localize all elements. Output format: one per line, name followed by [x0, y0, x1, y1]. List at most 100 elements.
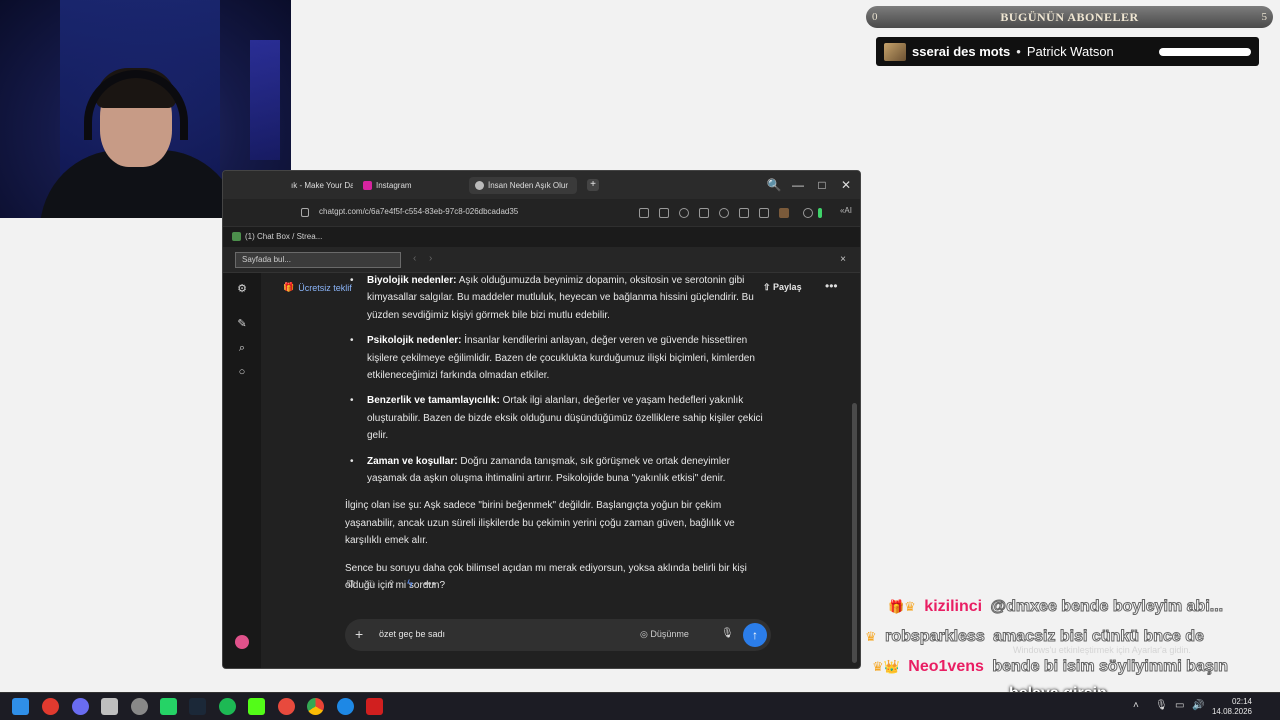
spotify-icon[interactable] [219, 698, 236, 715]
gift-icon: 🎁 [283, 282, 295, 292]
url-field[interactable]: chatgpt.com/c/6a7e4f5f-c554-83eb-97c8-02… [319, 207, 518, 216]
find-input[interactable]: Sayfada bul... [235, 252, 401, 268]
chatbox-panel: (1) Chat Box / Strea... [223, 227, 860, 247]
chat-bubble-icon[interactable]: ○ [235, 365, 249, 379]
taskbar: ˄ 🎙 ▭ 🔊 02:14 14.08.2026 [0, 692, 1280, 720]
camera-icon[interactable] [659, 208, 669, 218]
offer-label: Ücretsiz teklif [298, 282, 352, 293]
message-composer: + özet geç be sadı ◎ Düşünme 🎙 ↑ [345, 619, 771, 651]
extension-icon[interactable] [779, 208, 789, 218]
more-actions-icon[interactable]: ••• [424, 578, 436, 591]
copy-icon[interactable]: ⧉ [347, 578, 355, 591]
search-icon[interactable]: ⌕ [235, 341, 249, 355]
track-artist: Patrick Watson [1026, 44, 1114, 59]
item-heading: Benzerlik ve tamamlayıcılık: [367, 395, 500, 407]
download-icon[interactable] [739, 208, 749, 218]
kick-icon[interactable] [248, 698, 265, 715]
chatbox-icon [232, 232, 241, 241]
maximize-button[interactable]: □ [814, 177, 830, 193]
instagram-icon [363, 181, 372, 190]
windows-start-icon[interactable] [12, 698, 29, 715]
list-item: Benzerlik ve tamamlayıcılık: Ortak ilgi … [345, 392, 769, 444]
bulb-icon: ◎ [640, 629, 651, 639]
new-tab-button[interactable]: + [587, 179, 599, 191]
shield-icon[interactable] [679, 208, 689, 218]
clock[interactable]: 02:14 14.08.2026 [1212, 697, 1252, 717]
tab-youtube[interactable]: ık - Make Your Da [285, 177, 353, 194]
share-button[interactable]: ⇧ Paylaş [763, 282, 802, 293]
clock-date: 14.08.2026 [1211, 707, 1252, 716]
tab-label: Instagram [376, 181, 412, 190]
chatgpt-sidebar: ⚙ ✎ ⌕ ○ [223, 273, 261, 668]
chat-username: Neo1vens [908, 658, 984, 675]
find-close-button[interactable]: × [840, 254, 846, 265]
menu-icon[interactable] [759, 208, 769, 218]
list-item: Psikolojik nedenler: İnsanlar kendilerin… [345, 332, 769, 384]
list-item: Zaman ve koşullar: Doğru zamanda tanışma… [345, 453, 769, 488]
ai-button[interactable]: «AI [840, 206, 852, 215]
microphone-icon[interactable]: 🎙 [721, 628, 734, 639]
chat-badge: 🎁♛ [888, 599, 916, 614]
new-chat-icon[interactable]: ✎ [235, 317, 249, 331]
send-button[interactable]: ↑ [743, 623, 767, 647]
microphone-icon[interactable]: 🎙 [1155, 700, 1168, 711]
chat-badge: ♛👑 [872, 659, 900, 674]
track-separator: • [1016, 44, 1021, 59]
chat-line: 🎁♛ kizilinci @dmxee bende boyleyim abi..… [888, 598, 1224, 616]
minimize-button[interactable]: — [790, 177, 806, 193]
media-player-icon[interactable] [366, 698, 383, 715]
more-options-icon[interactable]: ••• [825, 279, 838, 293]
openai-logo-icon[interactable]: ⚙ [235, 282, 249, 296]
now-playing: sserai des mots • Patrick Watson [876, 37, 1259, 66]
chat-line: ♛ robsparkless amacsiz bisi cünkü bnce d… [865, 628, 1204, 646]
chatbox-label[interactable]: (1) Chat Box / Strea... [245, 232, 322, 241]
settings-icon[interactable] [803, 208, 813, 218]
item-heading: Zaman ve koşullar: [367, 455, 458, 467]
think-label: Düşünme [650, 629, 689, 639]
free-offer-button[interactable]: 🎁 Ücretsiz teklif [283, 282, 352, 293]
track-title: sserai des mots [912, 44, 1011, 59]
edge-icon[interactable] [337, 698, 354, 715]
clock-time: 02:14 [1231, 697, 1252, 706]
browser-window: ık - Make Your Da Instagram İnsan Neden … [222, 170, 861, 669]
subs-widget: BUGÜNÜN ABONELER 0 5 sserai des mots • P… [866, 6, 1273, 66]
tab-instagram[interactable]: Instagram [357, 177, 418, 194]
lock-icon[interactable] [301, 208, 309, 217]
avatar[interactable] [235, 635, 249, 649]
close-window-button[interactable]: ✕ [838, 177, 854, 193]
chrome-icon[interactable] [307, 698, 324, 715]
tab-chatgpt[interactable]: İnsan Neden Aşık Olur [469, 177, 577, 194]
yandex-icon[interactable] [278, 698, 295, 715]
chevron-up-icon[interactable]: ˄ [1133, 700, 1139, 711]
message-input[interactable]: özet geç be sadı [379, 629, 445, 639]
chat-username: kizilinci [924, 598, 983, 615]
edit-icon[interactable] [639, 208, 649, 218]
add-attachment-button[interactable]: + [355, 626, 363, 642]
item-heading: Biyolojik nedenler: [367, 275, 457, 286]
subs-left-count: 0 [872, 11, 878, 23]
opera-icon[interactable] [42, 698, 59, 715]
heart-icon[interactable] [719, 208, 729, 218]
discord-icon[interactable] [72, 698, 89, 715]
play-icon[interactable] [699, 208, 709, 218]
regenerate-icon[interactable]: ϟ [407, 578, 413, 591]
tab-label: İnsan Neden Aşık Olur [488, 181, 569, 190]
steam-icon[interactable] [189, 698, 206, 715]
webcam-light [250, 40, 280, 160]
think-toggle[interactable]: ◎ Düşünme [640, 629, 689, 640]
calendar-icon[interactable] [101, 698, 118, 715]
share-up-icon[interactable]: ⇪ [387, 578, 396, 591]
scrollbar[interactable] [852, 403, 857, 663]
settings-icon[interactable] [131, 698, 148, 715]
chat-badge: ♛ [865, 629, 877, 644]
find-prev-button[interactable]: ‹ [413, 253, 416, 264]
speaker-icon[interactable]: 🔊 [1192, 700, 1204, 711]
search-icon[interactable]: 🔍 [766, 177, 782, 193]
find-next-button[interactable]: › [429, 253, 432, 264]
track-progress-bar [1159, 47, 1251, 56]
whatsapp-icon[interactable] [160, 698, 177, 715]
thumbs-icon[interactable]: ♲ [366, 578, 376, 591]
share-label: Paylaş [773, 282, 802, 292]
network-icon[interactable]: ▭ [1175, 700, 1184, 711]
assistant-message: Biyolojik nedenler: Aşık olduğumuzda bey… [345, 272, 769, 595]
